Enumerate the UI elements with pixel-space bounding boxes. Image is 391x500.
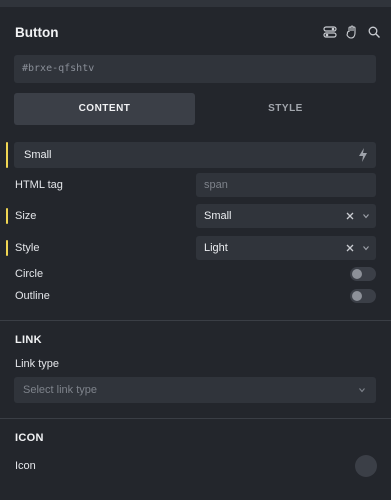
bolt-icon[interactable] <box>358 148 368 162</box>
style-select[interactable]: Light <box>196 236 376 260</box>
style-marker <box>6 240 8 256</box>
link-type-placeholder: Select link type <box>23 384 97 396</box>
size-marker <box>6 208 8 224</box>
html-tag-label: HTML tag <box>15 179 63 191</box>
toggle-knob <box>352 291 362 301</box>
size-controls <box>346 204 370 228</box>
preset-marker <box>6 142 8 168</box>
tab-style[interactable]: STYLE <box>195 93 376 125</box>
size-label: Size <box>15 210 37 222</box>
icon-section-title[interactable]: ICON <box>15 432 44 444</box>
icon-label: Icon <box>15 460 36 472</box>
size-value: Small <box>204 210 232 222</box>
toggle-knob <box>352 269 362 279</box>
top-strip <box>0 0 391 7</box>
clear-icon[interactable] <box>346 212 354 220</box>
hand-icon[interactable] <box>345 24 359 40</box>
style-label: Style <box>15 242 40 254</box>
size-select[interactable]: Small <box>196 204 376 228</box>
link-section-title[interactable]: LINK <box>15 334 42 346</box>
chevron-down-icon[interactable] <box>358 386 366 394</box>
section-divider <box>0 320 391 321</box>
clear-icon[interactable] <box>346 244 354 252</box>
chevron-down-icon[interactable] <box>362 244 370 252</box>
style-value: Light <box>204 242 228 254</box>
outline-toggle[interactable] <box>350 289 376 303</box>
search-icon[interactable] <box>367 24 381 40</box>
circle-label: Circle <box>15 268 44 280</box>
chevron-down-icon[interactable] <box>362 212 370 220</box>
element-id-field[interactable]: #brxe-qfshtv <box>14 55 376 83</box>
panel-title: Button <box>15 25 59 40</box>
link-type-select[interactable]: Select link type <box>14 377 376 403</box>
outline-label: Outline <box>15 290 50 302</box>
toggle-icon[interactable] <box>323 24 337 40</box>
style-controls <box>346 236 370 260</box>
icon-picker[interactable] <box>355 455 377 477</box>
panel-header: Button <box>0 7 391 57</box>
section-divider <box>0 418 391 419</box>
html-tag-input[interactable]: span <box>196 173 376 197</box>
header-icons <box>323 24 381 40</box>
preset-value: Small <box>24 149 52 161</box>
preset-field[interactable]: Small <box>14 142 376 168</box>
link-type-label: Link type <box>15 358 60 370</box>
panel-tabs: CONTENT STYLE <box>14 93 376 125</box>
tab-content[interactable]: CONTENT <box>14 93 195 125</box>
circle-toggle[interactable] <box>350 267 376 281</box>
